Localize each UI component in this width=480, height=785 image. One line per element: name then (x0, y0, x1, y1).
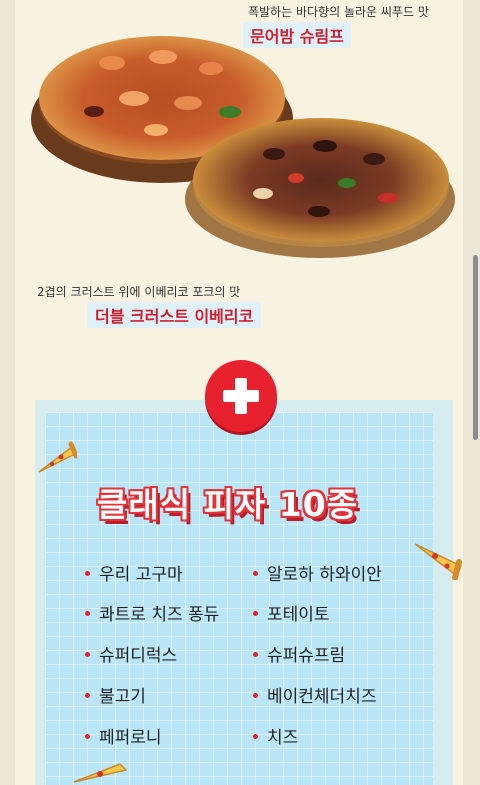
pizza-slice-icon (414, 543, 462, 580)
menu-item: 슈퍼슈프림 (253, 641, 345, 666)
menu-item: 불고기 (85, 682, 146, 707)
pizza2-name: 더블 크러스트 이베리코 (87, 302, 262, 328)
classic-title: 클래식 피자 10종 (97, 485, 359, 524)
pizza2-caption: 2겹의 크러스트 위에 이베리코 포크의 맛 (37, 285, 241, 299)
pizza1-caption: 폭발하는 바다향의 놀라운 씨푸드 맛 (248, 5, 429, 19)
menu-item: 페퍼로니 (85, 723, 162, 748)
menu-item: 베이컨체더치즈 (253, 682, 376, 707)
menu-item: 알로하 하와이안 (253, 560, 382, 585)
promo-page: 폭발하는 바다향의 놀라운 씨푸드 맛 문어밤 슈림프 2겹의 크러스트 위에 … (15, 0, 463, 785)
menu-item: 콰트로 치즈 퐁듀 (85, 600, 219, 625)
pizza1-name: 문어밤 슈림프 (243, 22, 351, 48)
classic-title-wrap: 클래식 피자 10종 (97, 478, 387, 528)
pizza-slice-icon (38, 441, 77, 473)
menu-item: 우리 고구마 (85, 560, 183, 585)
double-crust-iberico-pizza-image (193, 118, 449, 242)
scrollbar[interactable] (473, 255, 478, 440)
plus-icon (205, 360, 277, 432)
pizza-slice-icon (73, 763, 128, 783)
menu-item: 치즈 (253, 723, 298, 748)
menu-item: 포테이토 (253, 600, 330, 625)
menu-item: 슈퍼디럭스 (85, 641, 177, 666)
